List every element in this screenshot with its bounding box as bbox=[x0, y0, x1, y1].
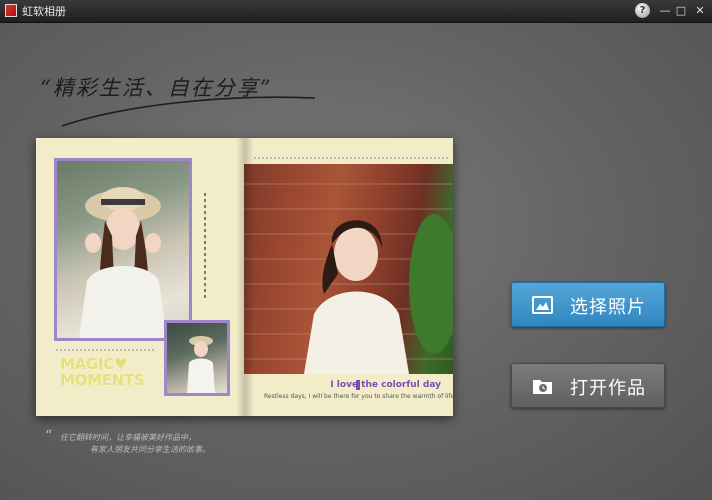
handwriting-quote-mark: “ bbox=[45, 428, 53, 444]
app-window: 虹软相册 ? — □ ✕ “精彩生活、自在分享” MAGIC♥ MOMENTS … bbox=[0, 0, 712, 500]
album-spine bbox=[236, 138, 254, 416]
folder-clock-icon bbox=[533, 380, 552, 394]
small-photo bbox=[164, 320, 230, 396]
album-right-page: I love the colorful day Restless days, I… bbox=[244, 138, 457, 416]
album-caption-subtitle: Restless days, I will be there for you t… bbox=[264, 393, 457, 400]
handwritten-note: 任它翻转时间，让幸福被美好作品中， 有家人朋友共同分享生活的故事。 bbox=[60, 432, 210, 456]
handwritten-line-1: 任它翻转时间，让幸福被美好作品中， bbox=[60, 433, 196, 442]
title-bar: 虹软相册 ? — □ ✕ bbox=[0, 0, 712, 23]
album-preview: MAGIC♥ MOMENTS I love the colorful day R… bbox=[36, 138, 457, 416]
large-photo bbox=[244, 164, 453, 374]
select-photos-label: 选择照片 bbox=[570, 297, 646, 318]
left-dotted-line bbox=[56, 349, 156, 351]
album-caption-title: I love the colorful day bbox=[330, 380, 441, 390]
image-icon bbox=[532, 296, 553, 314]
open-works-label: 打开作品 bbox=[570, 378, 646, 399]
album-left-page: MAGIC♥ MOMENTS bbox=[36, 138, 244, 416]
handwritten-line-2: 有家人朋友共同分享生活的故事。 bbox=[90, 445, 210, 454]
app-logo-icon bbox=[5, 4, 17, 17]
open-works-button[interactable]: 打开作品 bbox=[511, 363, 665, 408]
magic-moments-text: MAGIC♥ MOMENTS bbox=[60, 355, 145, 389]
help-icon[interactable]: ? bbox=[635, 3, 650, 18]
main-photo bbox=[54, 158, 192, 341]
close-button[interactable]: ✕ bbox=[690, 2, 710, 20]
vertical-caption bbox=[204, 193, 206, 298]
window-title: 虹软相册 bbox=[22, 5, 66, 18]
select-photos-button[interactable]: 选择照片 bbox=[511, 282, 665, 327]
slogan-underline bbox=[61, 96, 316, 127]
right-dotted-line bbox=[254, 157, 449, 159]
maximize-button[interactable]: □ bbox=[671, 2, 691, 20]
